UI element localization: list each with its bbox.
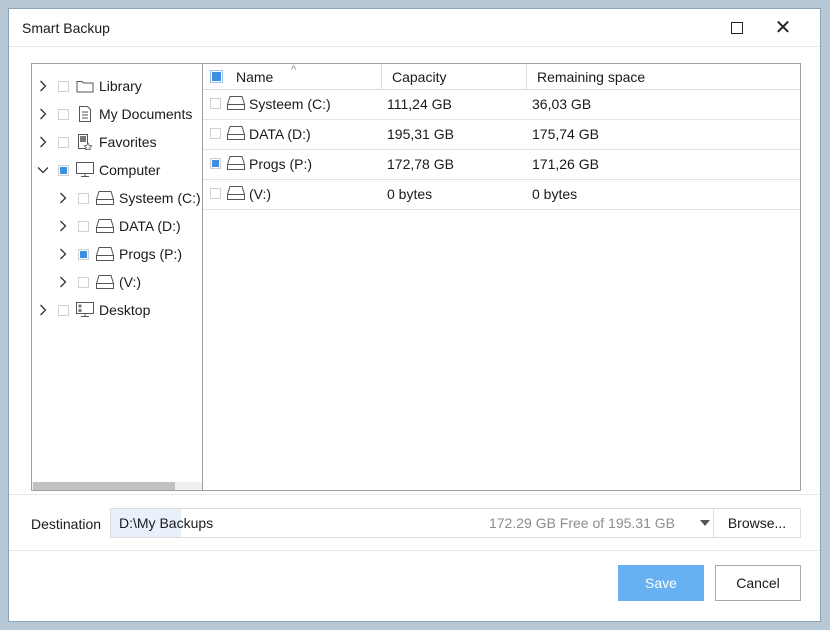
- drive-list: Name ^ Capacity Remaining space Systeem …: [203, 63, 801, 491]
- tree-horizontal-scrollbar[interactable]: [32, 482, 202, 490]
- tree-item-label: My Documents: [99, 106, 193, 122]
- tree-item-systeem-c[interactable]: Systeem (C:): [54, 184, 201, 212]
- sort-ascending-icon: ^: [291, 64, 297, 76]
- drive-capacity: 172,78 GB: [387, 156, 454, 172]
- chevron-right-icon[interactable]: [56, 275, 70, 289]
- tree-item-label: Progs (P:): [119, 246, 183, 262]
- drive-remaining-space: 171,26 GB: [532, 156, 599, 172]
- chevron-right-icon[interactable]: [36, 303, 50, 317]
- tree-item-checkbox[interactable]: [58, 136, 69, 148]
- drive-icon: [227, 186, 245, 200]
- document-icon: [76, 106, 94, 122]
- tree-item-label: Systeem (C:): [119, 190, 201, 206]
- tree-item-v[interactable]: (V:): [54, 268, 141, 296]
- column-header-remaining-space[interactable]: Remaining space: [537, 69, 645, 85]
- column-divider[interactable]: [526, 64, 527, 89]
- favorites-icon: [76, 134, 94, 150]
- drive-name: DATA (D:): [249, 126, 311, 142]
- save-button[interactable]: Save: [618, 565, 704, 601]
- destination-free-space: 172.29 GB Free of 195.31 GB: [488, 515, 675, 531]
- row-checkbox[interactable]: [210, 98, 221, 109]
- drive-icon: [96, 219, 114, 233]
- chevron-right-icon[interactable]: [56, 219, 70, 233]
- desktop-icon: [76, 302, 94, 318]
- drive-icon: [96, 191, 114, 205]
- cancel-button[interactable]: Cancel: [715, 565, 801, 601]
- title-divider: [9, 46, 820, 47]
- tree-item-library[interactable]: Library: [34, 72, 142, 100]
- tree-item-label: Desktop: [99, 302, 151, 318]
- folder-tree[interactable]: Library My Documents Favorites Computer Syst…: [31, 63, 203, 491]
- tree-item-label: (V:): [119, 274, 142, 290]
- drive-remaining-space: 36,03 GB: [532, 96, 592, 112]
- close-icon: ✕: [774, 17, 792, 39]
- destination-field[interactable]: D:\My Backups 172.29 GB Free of 195.31 G…: [110, 508, 801, 538]
- drive-icon: [227, 126, 245, 140]
- chevron-down-icon[interactable]: [36, 163, 50, 177]
- drive-icon: [96, 247, 114, 261]
- close-button[interactable]: ✕: [760, 9, 806, 47]
- drive-remaining-space: 175,74 GB: [532, 126, 599, 142]
- drive-name: (V:): [249, 186, 272, 202]
- drive-capacity: 111,24 GB: [387, 96, 452, 112]
- table-row[interactable]: Progs (P:) 172,78 GB 171,26 GB: [203, 149, 800, 180]
- title-bar: Smart Backup ✕: [9, 9, 820, 47]
- drive-name: Progs (P:): [249, 156, 313, 172]
- drive-icon: [227, 96, 245, 110]
- tree-item-checkbox[interactable]: [78, 248, 89, 260]
- table-row[interactable]: DATA (D:) 195,31 GB 175,74 GB: [203, 119, 800, 150]
- row-checkbox[interactable]: [210, 128, 221, 139]
- drive-name: Systeem (C:): [249, 96, 331, 112]
- tree-item-checkbox[interactable]: [78, 220, 89, 232]
- tree-item-data-d[interactable]: DATA (D:): [54, 212, 181, 240]
- column-divider[interactable]: [381, 64, 382, 89]
- table-row[interactable]: Systeem (C:) 111,24 GB 36,03 GB: [203, 89, 800, 120]
- tree-item-computer[interactable]: Computer: [34, 156, 160, 184]
- drive-capacity: 0 bytes: [387, 186, 433, 202]
- tree-item-label: Computer: [99, 162, 161, 178]
- tree-item-checkbox[interactable]: [78, 192, 89, 204]
- column-header-capacity[interactable]: Capacity: [392, 69, 446, 85]
- browse-button[interactable]: Browse...: [714, 509, 800, 537]
- tree-item-desktop[interactable]: Desktop: [34, 296, 150, 324]
- chevron-right-icon[interactable]: [36, 107, 50, 121]
- tree-item-label: Library: [99, 78, 142, 94]
- monitor-icon: [76, 162, 94, 178]
- chevron-right-icon[interactable]: [56, 191, 70, 205]
- select-all-checkbox[interactable]: [210, 70, 223, 83]
- row-checkbox[interactable]: [210, 158, 221, 169]
- tree-item-favorites[interactable]: Favorites: [34, 128, 157, 156]
- window-title: Smart Backup: [22, 20, 110, 36]
- list-header: Name ^ Capacity Remaining space: [203, 64, 800, 90]
- drive-icon: [96, 275, 114, 289]
- chevron-right-icon[interactable]: [56, 247, 70, 261]
- row-checkbox[interactable]: [210, 188, 221, 199]
- chevron-right-icon[interactable]: [36, 79, 50, 93]
- tree-item-checkbox[interactable]: [78, 276, 89, 288]
- tree-item-label: DATA (D:): [119, 218, 181, 234]
- folder-icon: [76, 79, 94, 93]
- footer-divider: [9, 550, 820, 551]
- maximize-icon: [731, 22, 743, 34]
- maximize-button[interactable]: [714, 9, 760, 47]
- tree-item-checkbox[interactable]: [58, 304, 69, 316]
- column-header-name[interactable]: Name: [236, 69, 273, 85]
- dropdown-arrow-icon[interactable]: [700, 520, 710, 526]
- tree-item-label: Favorites: [99, 134, 157, 150]
- drive-capacity: 195,31 GB: [387, 126, 454, 142]
- drive-icon: [227, 156, 245, 170]
- destination-path[interactable]: D:\My Backups: [119, 515, 213, 531]
- destination-label: Destination: [31, 516, 102, 532]
- tree-item-checkbox[interactable]: [58, 108, 69, 120]
- content-divider: [9, 494, 820, 495]
- chevron-right-icon[interactable]: [36, 135, 50, 149]
- tree-item-checkbox[interactable]: [58, 164, 69, 176]
- tree-item-my-documents[interactable]: My Documents: [34, 100, 192, 128]
- tree-item-checkbox[interactable]: [58, 80, 69, 92]
- drive-remaining-space: 0 bytes: [532, 186, 578, 202]
- table-row[interactable]: (V:) 0 bytes 0 bytes: [203, 179, 800, 210]
- tree-scrollbar-thumb[interactable]: [33, 482, 175, 490]
- tree-item-progs-p[interactable]: Progs (P:): [54, 240, 182, 268]
- smart-backup-window: Smart Backup ✕ Library My Documents Favori…: [8, 8, 821, 622]
